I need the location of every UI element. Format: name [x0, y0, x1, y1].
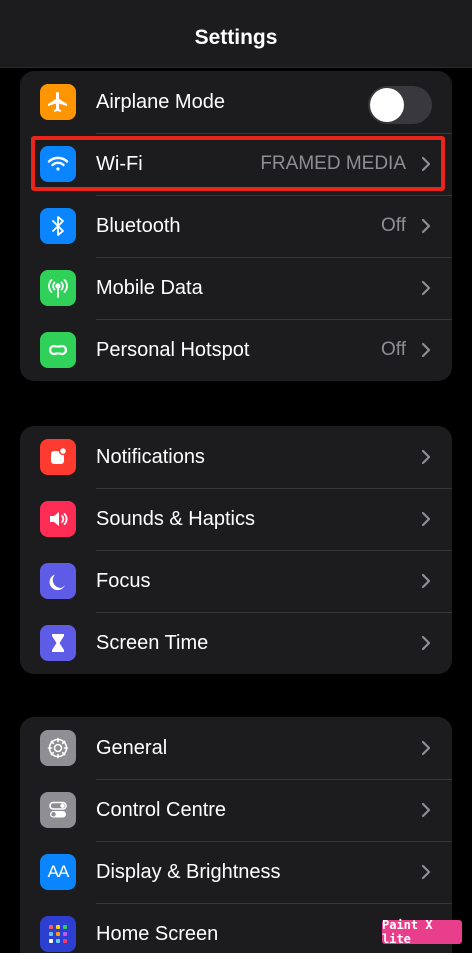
sounds-haptics-label: Sounds & Haptics	[96, 507, 255, 530]
display-brightness-row[interactable]: AA Display & Brightness	[20, 841, 452, 903]
bluetooth-label: Bluetooth	[96, 214, 181, 237]
chevron-right-icon	[421, 449, 431, 465]
notifications-row[interactable]: Notifications	[20, 426, 452, 488]
connectivity-group: Airplane Mode Wi-Fi FRAMED MEDIA Bluetoo…	[20, 71, 452, 381]
wifi-network-value: FRAMED MEDIA	[260, 153, 406, 174]
hourglass-icon	[40, 625, 76, 661]
chevron-right-icon	[421, 218, 431, 234]
chevron-right-icon	[421, 740, 431, 756]
navigation-bar: Settings	[0, 0, 472, 68]
chevron-right-icon	[421, 280, 431, 296]
chevron-right-icon	[421, 635, 431, 651]
hotspot-link-icon	[40, 332, 76, 368]
notifications-label: Notifications	[96, 445, 205, 468]
control-centre-row[interactable]: Control Centre	[20, 779, 452, 841]
general-row[interactable]: General	[20, 717, 452, 779]
chevron-right-icon	[421, 802, 431, 818]
general-label: General	[96, 736, 168, 759]
bluetooth-value: Off	[381, 215, 406, 236]
display-brightness-label: Display & Brightness	[96, 860, 281, 883]
personal-hotspot-value: Off	[381, 339, 406, 360]
mobile-data-row[interactable]: Mobile Data	[20, 257, 452, 319]
sounds-haptics-row[interactable]: Sounds & Haptics	[20, 488, 452, 550]
watermark-badge: Paint X lite	[382, 918, 462, 946]
personal-hotspot-row[interactable]: Personal Hotspot Off	[20, 319, 452, 381]
airplane-mode-row: Airplane Mode	[20, 71, 452, 133]
chevron-right-icon	[421, 342, 431, 358]
speaker-icon	[40, 501, 76, 537]
chevron-right-icon	[421, 156, 431, 172]
focus-row[interactable]: Focus	[20, 550, 452, 612]
notification-bell-icon	[40, 439, 76, 475]
wifi-icon	[40, 146, 76, 182]
screen-time-row[interactable]: Screen Time	[20, 612, 452, 674]
page-title: Settings	[194, 25, 278, 49]
text-size-icon: AA	[40, 854, 76, 890]
bluetooth-icon	[40, 208, 76, 244]
personal-hotspot-label: Personal Hotspot	[96, 338, 250, 361]
antenna-icon	[40, 270, 76, 306]
mobile-data-label: Mobile Data	[96, 276, 203, 299]
wifi-label: Wi-Fi	[96, 152, 143, 175]
airplane-mode-label: Airplane Mode	[96, 90, 225, 113]
toggle-knob	[370, 88, 404, 122]
moon-icon	[40, 563, 76, 599]
home-screen-label: Home Screen	[96, 922, 219, 945]
bluetooth-row[interactable]: Bluetooth Off	[20, 195, 452, 257]
focus-label: Focus	[96, 569, 151, 592]
airplane-icon	[40, 84, 76, 120]
chevron-right-icon	[421, 511, 431, 527]
text-size-glyph: AA	[47, 862, 70, 881]
notifications-group: Notifications Sounds & Haptics Focus Scr…	[20, 426, 452, 674]
airplane-mode-toggle[interactable]	[368, 86, 432, 124]
wifi-row[interactable]: Wi-Fi FRAMED MEDIA	[20, 133, 452, 195]
app-grid-icon	[40, 916, 76, 952]
chevron-right-icon	[421, 864, 431, 880]
screen-time-label: Screen Time	[96, 631, 209, 654]
control-centre-label: Control Centre	[96, 798, 227, 821]
gear-icon	[40, 730, 76, 766]
switches-icon	[40, 792, 76, 828]
chevron-right-icon	[421, 573, 431, 589]
